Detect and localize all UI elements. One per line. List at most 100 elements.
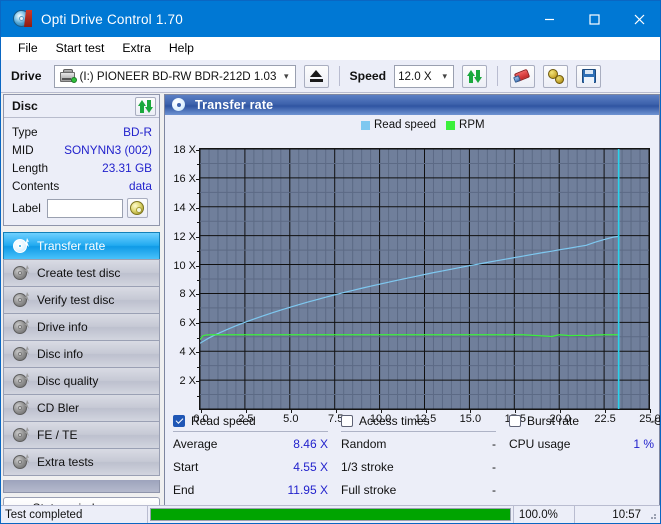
- y-axis-tick-label: 10 X: [173, 260, 196, 272]
- stat-row-average: Average 8.46 X: [173, 432, 328, 455]
- app-disc-icon: [12, 9, 32, 29]
- refresh-icon: [138, 99, 153, 114]
- speed-select-value: 12.0 X: [398, 70, 432, 83]
- progress-percent: 100.0%: [514, 506, 576, 524]
- sidebar-item-label: FE / TE: [37, 428, 77, 442]
- sidebar-item-fe-te[interactable]: FE / TE: [3, 421, 160, 449]
- y-axis-tick: [196, 150, 200, 151]
- read-speed-checkbox[interactable]: [173, 415, 185, 427]
- stat-row-full-stroke: Full stroke -: [341, 478, 496, 501]
- access-times-label: Access times: [359, 414, 430, 428]
- left-column: Disc Type BD-R MID SONYNN3 (002) Lengt: [3, 94, 160, 506]
- progress-bar-fill: [151, 509, 510, 520]
- burst-rate-header: Burst rate -: [509, 412, 654, 429]
- statistics-area: Read speed Average 8.46 X Start 4.55 X E…: [165, 412, 659, 505]
- disc-row-length: Length 23.31 GB: [12, 159, 152, 177]
- close-icon[interactable]: [617, 1, 661, 37]
- resize-grip-icon[interactable]: [647, 510, 657, 520]
- y-axis-tick: [196, 294, 200, 295]
- sidebar-item-disc-info[interactable]: Disc info: [3, 340, 160, 368]
- menu-item-start-test[interactable]: Start test: [47, 39, 114, 57]
- stat-key: Random: [341, 437, 386, 451]
- y-axis-minor-tick: [197, 193, 200, 194]
- stat-row-end: End 11.95 X: [173, 478, 328, 501]
- burst-rate-value: -: [650, 414, 654, 428]
- speed-select[interactable]: 12.0 X ▾: [394, 65, 454, 88]
- maximize-icon[interactable]: [572, 1, 617, 37]
- window-title: Opti Drive Control 1.70: [41, 12, 183, 27]
- stat-row-start: Start 4.55 X: [173, 455, 328, 478]
- chevron-down-icon: ▾: [284, 72, 289, 81]
- menu-item-help[interactable]: Help: [160, 39, 203, 57]
- stat-key: CPU usage: [509, 437, 570, 451]
- y-axis-minor-tick: [197, 396, 200, 397]
- read-speed-label: Read speed: [191, 414, 256, 428]
- burst-rate-checkbox[interactable]: [509, 415, 521, 427]
- disc-icon: [172, 98, 186, 112]
- menu-item-file[interactable]: File: [9, 39, 47, 57]
- eject-button[interactable]: [304, 65, 329, 88]
- toolbar: Drive (I:) PIONEER BD-RW BDR-212D 1.03 ▾…: [1, 60, 661, 93]
- disc-label-input[interactable]: [47, 199, 123, 218]
- drive-label: Drive: [11, 69, 42, 83]
- y-axis-minor-tick: [197, 338, 200, 339]
- menu-item-extra[interactable]: Extra: [113, 39, 159, 57]
- cd-icon: [130, 201, 144, 215]
- disc-info-rows: Type BD-R MID SONYNN3 (002) Length 23.31…: [4, 118, 159, 225]
- y-axis-tick-label: 16 X: [173, 173, 196, 185]
- sidebar-item-create-test-disc[interactable]: Create test disc: [3, 259, 160, 287]
- disc-row-contents: Contents data: [12, 177, 152, 195]
- stat-row-cpu-usage: CPU usage 1 %: [509, 432, 654, 455]
- disc-icon: [12, 319, 28, 335]
- sidebar-item-verify-test-disc[interactable]: Verify test disc: [3, 286, 160, 314]
- y-axis-minor-tick: [197, 222, 200, 223]
- page-title: Transfer rate: [195, 98, 273, 112]
- y-axis-tick: [196, 323, 200, 324]
- burst-rate-label: Burst rate: [527, 414, 579, 428]
- drive-select[interactable]: (I:) PIONEER BD-RW BDR-212D 1.03 ▾: [54, 65, 296, 88]
- disc-row-key: Length: [12, 161, 48, 175]
- sidebar-item-drive-info[interactable]: Drive info: [3, 313, 160, 341]
- disc-row-value: 23.31 GB: [102, 161, 152, 175]
- sidebar-item-label: Drive info: [37, 320, 88, 334]
- access-times-checkbox[interactable]: [341, 415, 353, 427]
- legend-label-read-speed: Read speed: [374, 119, 436, 131]
- y-axis-tick-label: 6 X: [179, 317, 196, 329]
- disc-icon: [12, 292, 28, 308]
- disc-refresh-button[interactable]: [135, 97, 156, 116]
- status-bar: Test completed 100.0% 10:57: [1, 505, 660, 523]
- drive-select-value: (I:) PIONEER BD-RW BDR-212D 1.03: [80, 70, 277, 83]
- y-axis-tick: [196, 266, 200, 267]
- disc-row-mid: MID SONYNN3 (002): [12, 141, 152, 159]
- y-axis-tick-label: 2 X: [179, 375, 196, 387]
- chart-legend: Read speed RPM: [361, 119, 485, 131]
- plot-canvas: [200, 149, 649, 409]
- sidebar-item-transfer-rate[interactable]: Transfer rate: [3, 232, 160, 260]
- save-icon: [582, 69, 596, 83]
- disc-label-row: Label: [12, 197, 152, 219]
- save-button[interactable]: [576, 65, 601, 88]
- sidebar-item-extra-tests[interactable]: Extra tests: [3, 448, 160, 476]
- y-axis-tick: [196, 237, 200, 238]
- refresh-button[interactable]: [462, 65, 487, 88]
- minimize-icon[interactable]: [527, 1, 572, 37]
- chart-area: Read speed RPM 2 X4 X6 X8 X10 X12 X14 X1…: [165, 115, 659, 428]
- eject-icon: [310, 70, 323, 82]
- progress-bar-cell: [148, 506, 514, 524]
- sidebar-item-label: Disc info: [37, 347, 83, 361]
- sidebar-item-disc-quality[interactable]: Disc quality: [3, 367, 160, 395]
- disc-row-key: MID: [12, 143, 34, 157]
- access-times-header: Access times: [341, 412, 496, 429]
- sidebar-item-cd-bler[interactable]: CD Bler: [3, 394, 160, 422]
- erase-button[interactable]: [510, 65, 535, 88]
- transfer-rate-plot[interactable]: 2 X4 X6 X8 X10 X12 X14 X16 X18 X0.02.55.…: [199, 148, 650, 410]
- y-axis-tick-label: 12 X: [173, 231, 196, 243]
- y-axis-tick-label: 4 X: [179, 346, 196, 358]
- y-axis-tick-label: 14 X: [173, 202, 196, 214]
- disc-row-type: Type BD-R: [12, 123, 152, 141]
- disc-label-write-button[interactable]: [127, 198, 148, 218]
- settings-button[interactable]: [543, 65, 568, 88]
- eraser-icon: [515, 69, 531, 83]
- disc-icon: [12, 373, 28, 389]
- y-axis-minor-tick: [197, 280, 200, 281]
